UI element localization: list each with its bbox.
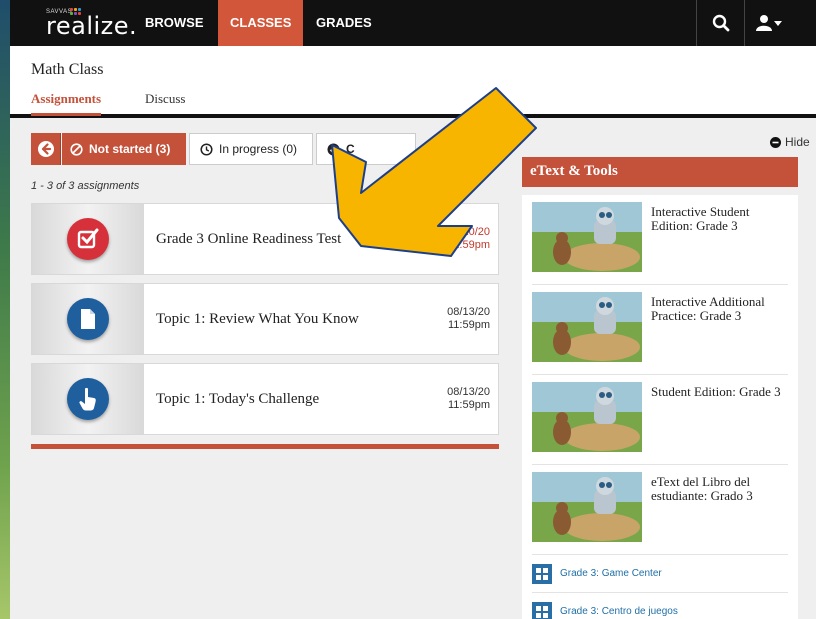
assignment-thumbnail xyxy=(32,284,144,354)
check-circle-icon xyxy=(327,143,340,155)
panel-body: Interactive Student Edition: Grade 3 Int… xyxy=(522,195,798,619)
assignment-row[interactable]: Topic 1: Today's Challenge 08/13/20 11:5… xyxy=(31,363,499,435)
hide-panel-button[interactable]: Hide xyxy=(770,135,810,149)
nav-classes[interactable]: CLASSES xyxy=(218,0,304,46)
tool-link-label: Grade 3: Centro de juegos xyxy=(560,606,678,617)
brand-name: realize. xyxy=(46,12,138,40)
tab-assignments[interactable]: Assignments xyxy=(31,91,102,116)
filter-in-progress[interactable]: In progress (0) xyxy=(189,133,313,165)
minus-circle-icon xyxy=(770,136,781,148)
search-button[interactable] xyxy=(696,0,744,46)
due-date: 08/13/20 xyxy=(447,386,490,398)
assignment-thumbnail xyxy=(32,204,144,274)
pointer-hand-icon xyxy=(67,378,109,420)
background-strip xyxy=(0,0,10,619)
assignment-row[interactable]: Grade 3 Online Readiness Test 08/10/20 1… xyxy=(31,203,499,275)
tool-link[interactable]: Grade 3: Game Center xyxy=(532,555,788,593)
filter-in-progress-label: In progress (0) xyxy=(219,142,298,156)
tool-title[interactable]: eText del Libro del estudiante: Grado 3 xyxy=(651,475,791,503)
top-navigation: SAVVAS realize. BROWSE CLASSES GRADES xyxy=(10,0,816,46)
filter-completed[interactable]: C xyxy=(316,133,416,165)
filter-back-button[interactable] xyxy=(31,133,61,165)
tool-thumbnail xyxy=(532,382,642,452)
due-time: 11:59pm xyxy=(448,239,490,251)
tool-link-label: Grade 3: Game Center xyxy=(560,568,662,579)
game-center-icon xyxy=(532,563,552,584)
not-started-icon xyxy=(70,142,83,156)
filter-not-started[interactable]: Not started (3) xyxy=(62,133,186,165)
user-icon xyxy=(755,15,782,31)
tool-item[interactable]: eText del Libro del estudiante: Grado 3 xyxy=(532,465,788,555)
user-menu-button[interactable] xyxy=(744,0,792,46)
game-center-icon xyxy=(532,601,552,619)
due-date: 08/10/20 xyxy=(447,226,490,238)
tool-title[interactable]: Student Edition: Grade 3 xyxy=(651,385,791,399)
sort-dropdown[interactable]: w ▾ xyxy=(460,178,477,191)
filter-completed-label: C xyxy=(346,142,355,156)
document-icon xyxy=(67,298,109,340)
etext-tools-panel: eText & Tools Interactive Student Editio… xyxy=(522,157,798,619)
page-title: Math Class xyxy=(31,61,104,78)
list-footer-bar xyxy=(31,444,499,449)
app-window: SAVVAS realize. BROWSE CLASSES GRADES Ma… xyxy=(10,0,816,619)
tool-thumbnail xyxy=(532,472,642,542)
assignment-title[interactable]: Topic 1: Review What You Know xyxy=(156,284,359,354)
filter-not-started-label: Not started (3) xyxy=(89,142,171,156)
tool-thumbnail xyxy=(532,292,642,362)
due-time: 11:59pm xyxy=(448,399,490,411)
class-header: Math Class Assignments Discuss xyxy=(10,46,816,118)
tool-item[interactable]: Interactive Student Edition: Grade 3 xyxy=(532,195,788,285)
tool-item[interactable]: Student Edition: Grade 3 xyxy=(532,375,788,465)
assignment-title[interactable]: Grade 3 Online Readiness Test xyxy=(156,204,341,274)
nav-browse[interactable]: BROWSE xyxy=(133,0,216,46)
due-time: 11:59pm xyxy=(448,319,490,331)
back-arrow-icon xyxy=(37,141,54,157)
nav-grades[interactable]: GRADES xyxy=(304,0,384,46)
due-date: 08/13/20 xyxy=(447,306,490,318)
assignment-title[interactable]: Topic 1: Today's Challenge xyxy=(156,364,319,434)
sort-label: w xyxy=(460,179,469,191)
tool-item[interactable]: Interactive Additional Practice: Grade 3 xyxy=(532,285,788,375)
assignment-count: 1 - 3 of 3 assignments xyxy=(31,180,140,192)
assignment-row[interactable]: Topic 1: Review What You Know 08/13/20 1… xyxy=(31,283,499,355)
alert-icon xyxy=(435,226,446,236)
assignment-thumbnail xyxy=(32,364,144,434)
tool-thumbnail xyxy=(532,202,642,272)
clock-icon xyxy=(200,142,213,156)
search-icon xyxy=(712,14,729,32)
tool-link[interactable]: Grade 3: Centro de juegos xyxy=(532,593,788,619)
check-icon xyxy=(67,218,109,260)
tool-title[interactable]: Interactive Additional Practice: Grade 3 xyxy=(651,295,791,323)
assignment-due: 08/13/20 11:59pm xyxy=(447,306,490,332)
tool-title[interactable]: Interactive Student Edition: Grade 3 xyxy=(651,205,791,233)
panel-title: eText & Tools xyxy=(522,157,798,187)
tab-discuss[interactable]: Discuss xyxy=(145,91,185,113)
hide-label: Hide xyxy=(785,135,810,149)
assignment-due: 08/10/20 11:59pm xyxy=(435,226,490,252)
assignment-due: 08/13/20 11:59pm xyxy=(447,386,490,412)
